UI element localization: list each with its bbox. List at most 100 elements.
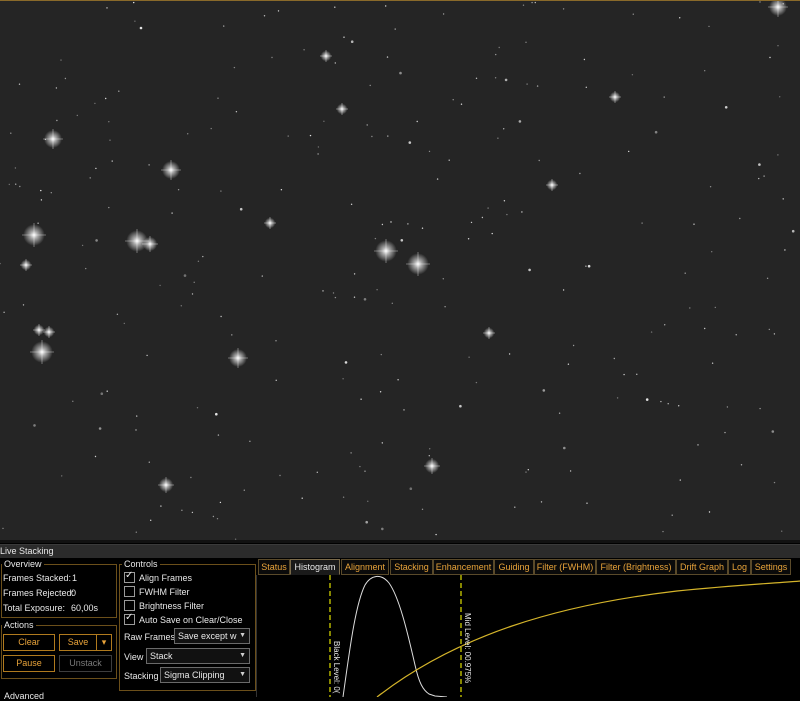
faint-star bbox=[108, 206, 110, 209]
tab-guiding[interactable]: Guiding bbox=[494, 559, 534, 575]
faint-star bbox=[628, 150, 630, 153]
faint-star bbox=[714, 306, 716, 309]
faint-star bbox=[271, 56, 273, 59]
faint-star bbox=[503, 200, 506, 202]
faint-star bbox=[332, 292, 335, 294]
faint-star bbox=[239, 207, 243, 211]
unstack-button[interactable]: Unstack bbox=[59, 655, 112, 672]
faint-star bbox=[134, 20, 136, 22]
faint-star bbox=[711, 251, 713, 253]
chevron-down-icon: ▼ bbox=[239, 632, 246, 639]
faint-star bbox=[662, 530, 664, 533]
auto-save-checkbox[interactable] bbox=[124, 612, 135, 625]
faint-star bbox=[679, 17, 681, 19]
faint-star bbox=[587, 264, 591, 268]
faint-star bbox=[506, 213, 508, 216]
faint-star bbox=[309, 134, 312, 137]
faint-star bbox=[416, 120, 418, 123]
faint-star bbox=[693, 223, 695, 225]
faint-star bbox=[704, 70, 706, 72]
faint-star bbox=[40, 199, 43, 201]
faint-star bbox=[191, 511, 194, 514]
faint-star bbox=[777, 45, 779, 47]
align-frames-checkbox[interactable] bbox=[124, 570, 135, 583]
faint-star bbox=[81, 244, 84, 247]
faint-star bbox=[191, 293, 194, 295]
faint-star bbox=[100, 392, 104, 396]
tab-alignment[interactable]: Alignment bbox=[341, 559, 389, 575]
faint-star bbox=[708, 25, 710, 28]
faint-star bbox=[763, 175, 765, 177]
clear-button[interactable]: Clear bbox=[3, 634, 55, 651]
tab-stacking[interactable]: Stacking bbox=[390, 559, 433, 575]
faint-star bbox=[37, 222, 39, 224]
tab-drift-graph[interactable]: Drift Graph bbox=[676, 559, 728, 575]
faint-star bbox=[503, 128, 505, 130]
advanced-title[interactable]: Advanced bbox=[2, 691, 47, 701]
faint-star bbox=[421, 508, 424, 510]
faint-star bbox=[726, 406, 729, 408]
faint-star bbox=[391, 302, 393, 304]
faint-star bbox=[261, 275, 263, 277]
faint-star bbox=[459, 404, 462, 408]
faint-star bbox=[111, 160, 113, 162]
faint-star bbox=[187, 133, 189, 135]
faint-star bbox=[583, 58, 586, 61]
faint-star bbox=[782, 198, 784, 200]
faint-star bbox=[8, 183, 10, 186]
pause-button[interactable]: Pause bbox=[3, 655, 55, 672]
stacking-select[interactable]: Sigma Clipping ▼ bbox=[160, 667, 250, 683]
faint-star bbox=[216, 518, 219, 520]
faint-star bbox=[791, 229, 795, 233]
faint-star bbox=[139, 26, 143, 30]
faint-star bbox=[301, 497, 303, 499]
faint-star bbox=[442, 278, 444, 280]
faint-star bbox=[636, 373, 638, 375]
faint-star bbox=[193, 281, 195, 283]
faint-star bbox=[89, 177, 91, 179]
tab-filter-fwhm[interactable]: Filter (FWHM) bbox=[534, 559, 596, 575]
faint-star bbox=[527, 469, 529, 471]
faint-star bbox=[739, 217, 741, 220]
faint-star bbox=[376, 289, 378, 291]
tab-log[interactable]: Log bbox=[728, 559, 751, 575]
faint-star bbox=[135, 531, 137, 533]
faint-star bbox=[585, 265, 587, 267]
tab-status[interactable]: Status bbox=[258, 559, 290, 575]
faint-star bbox=[379, 391, 382, 393]
faint-star bbox=[481, 216, 484, 219]
faint-star bbox=[467, 238, 470, 240]
faint-star bbox=[397, 379, 399, 381]
faint-star bbox=[385, 5, 387, 7]
view-select[interactable]: Stack ▼ bbox=[146, 648, 250, 664]
tab-enhancement[interactable]: Enhancement bbox=[433, 559, 494, 575]
chevron-down-icon: ▼ bbox=[239, 671, 246, 678]
save-dropdown-button[interactable]: ▾ bbox=[96, 634, 112, 651]
fwhm-filter-checkbox[interactable] bbox=[124, 586, 135, 597]
faint-star bbox=[442, 13, 445, 15]
faint-star bbox=[766, 277, 769, 279]
raw-frames-select[interactable]: Save except w ▼ bbox=[174, 628, 250, 644]
faint-star bbox=[136, 415, 138, 417]
tab-settings[interactable]: Settings bbox=[751, 559, 791, 575]
faint-star bbox=[15, 183, 17, 185]
faint-star bbox=[233, 66, 236, 69]
faint-star bbox=[660, 400, 662, 403]
tab-filter-brightness[interactable]: Filter (Brightness) bbox=[596, 559, 676, 575]
faint-star bbox=[475, 381, 478, 384]
faint-star bbox=[650, 331, 653, 333]
faint-star bbox=[429, 448, 431, 450]
faint-star bbox=[616, 397, 619, 399]
faint-star bbox=[408, 141, 412, 144]
frames-rejected-value: 0 bbox=[71, 588, 77, 598]
faint-star bbox=[64, 77, 67, 80]
frames-stacked-label: Frames Stacked: bbox=[3, 573, 72, 583]
faint-star bbox=[148, 164, 150, 166]
faint-star bbox=[497, 137, 499, 139]
faint-star bbox=[263, 15, 266, 17]
faint-star bbox=[277, 10, 280, 12]
save-button[interactable]: Save bbox=[59, 634, 97, 651]
tab-histogram[interactable]: Histogram bbox=[290, 559, 340, 575]
faint-star bbox=[366, 124, 368, 126]
brightness-filter-checkbox[interactable] bbox=[124, 600, 135, 611]
